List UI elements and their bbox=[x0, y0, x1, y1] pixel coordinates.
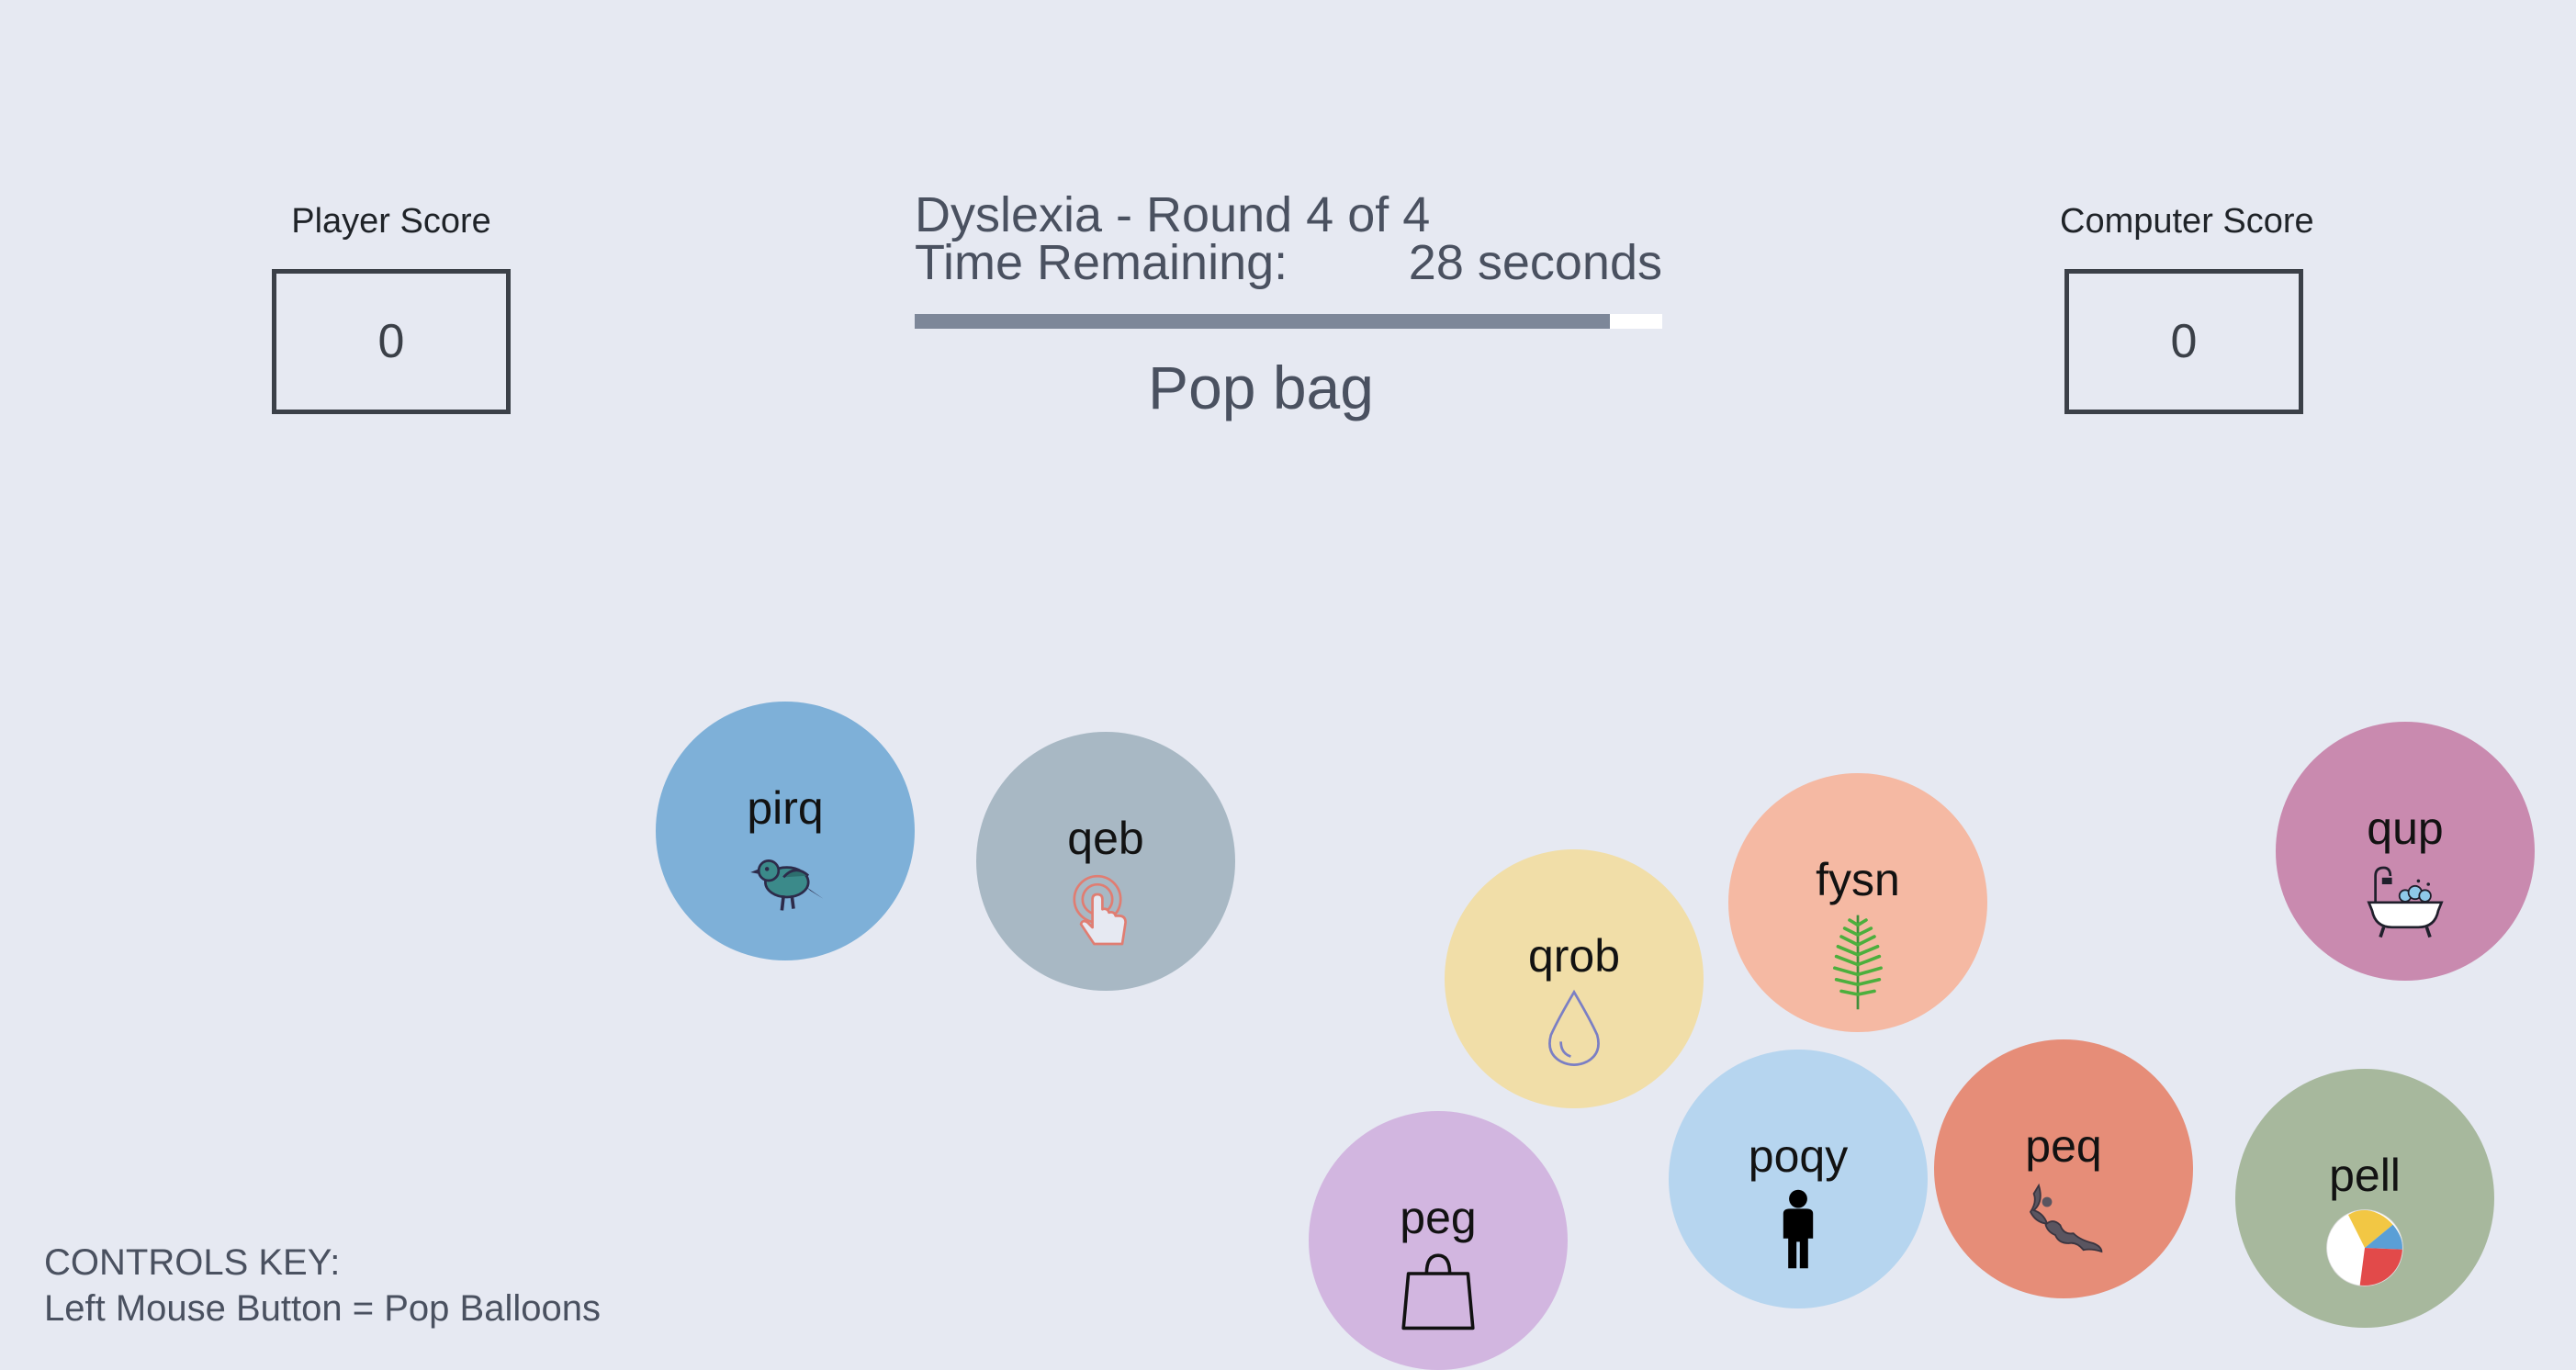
balloon-peg[interactable]: peg bbox=[1309, 1111, 1568, 1370]
bat-icon bbox=[2029, 1183, 2103, 1253]
balloon-label: peg bbox=[1400, 1192, 1477, 1243]
time-remaining-value: 28 seconds bbox=[1408, 235, 1662, 290]
balloon-qup[interactable]: qup bbox=[2276, 722, 2535, 981]
target-prompt: Pop bag bbox=[1148, 354, 1374, 421]
player-score-value: 0 bbox=[377, 315, 405, 368]
time-progress-fill bbox=[915, 314, 1611, 329]
balloon-label: pirq bbox=[747, 782, 824, 834]
time-progress-bar bbox=[915, 314, 1662, 329]
balloon-label: fysn bbox=[1816, 854, 1900, 905]
fern-icon bbox=[1833, 915, 1883, 1010]
balloon-label: poqy bbox=[1748, 1130, 1849, 1182]
controls-key-line: Left Mouse Button = Pop Balloons bbox=[44, 1288, 601, 1329]
computer-score-box: 0 bbox=[2064, 269, 2303, 414]
water-drop-icon bbox=[1548, 989, 1600, 1066]
computer-score-value: 0 bbox=[2170, 315, 2198, 368]
time-remaining-label: Time Remaining: bbox=[915, 235, 1288, 290]
balloon-label: qeb bbox=[1067, 813, 1144, 864]
player-score-label: Player Score bbox=[291, 202, 491, 241]
player-score-box: 0 bbox=[272, 269, 511, 414]
tap-finger-icon bbox=[1073, 874, 1127, 946]
round-title: Dyslexia - Round 4 of 4 bbox=[915, 187, 1431, 242]
controls-key: CONTROLS KEY: Left Mouse Button = Pop Ba… bbox=[44, 1240, 601, 1331]
computer-score-panel: Computer Score 0 bbox=[2060, 202, 2314, 414]
balloon-label: pell bbox=[2329, 1150, 2401, 1201]
controls-key-title: CONTROLS KEY: bbox=[44, 1242, 341, 1283]
balloon-poqy[interactable]: poqy bbox=[1669, 1050, 1928, 1308]
balloon-pell[interactable]: pell bbox=[2235, 1069, 2494, 1328]
balloon-label: peq bbox=[2025, 1120, 2102, 1172]
balloon-peq[interactable]: peq bbox=[1934, 1039, 2193, 1298]
computer-score-label: Computer Score bbox=[2060, 202, 2314, 241]
beach-ball-icon bbox=[2326, 1209, 2403, 1286]
player-score-panel: Player Score 0 bbox=[267, 202, 515, 414]
person-icon bbox=[1783, 1189, 1814, 1269]
balloon-qeb[interactable]: qeb bbox=[976, 732, 1235, 991]
balloon-fysn[interactable]: fysn bbox=[1728, 773, 1987, 1032]
bird-icon bbox=[750, 859, 824, 911]
balloon-pirq[interactable]: pirq bbox=[656, 702, 915, 960]
time-remaining-row: Time Remaining: 28 seconds bbox=[915, 235, 1662, 290]
round-header: Dyslexia - Round 4 of 4 Time Remaining: … bbox=[915, 187, 1662, 422]
balloon-label: qup bbox=[2367, 803, 2444, 854]
shopping-bag-icon bbox=[1401, 1253, 1475, 1331]
bathtub-icon bbox=[2367, 866, 2444, 938]
balloon-label: qrob bbox=[1527, 930, 1621, 982]
balloon-qrob[interactable]: qrob bbox=[1445, 849, 1704, 1108]
